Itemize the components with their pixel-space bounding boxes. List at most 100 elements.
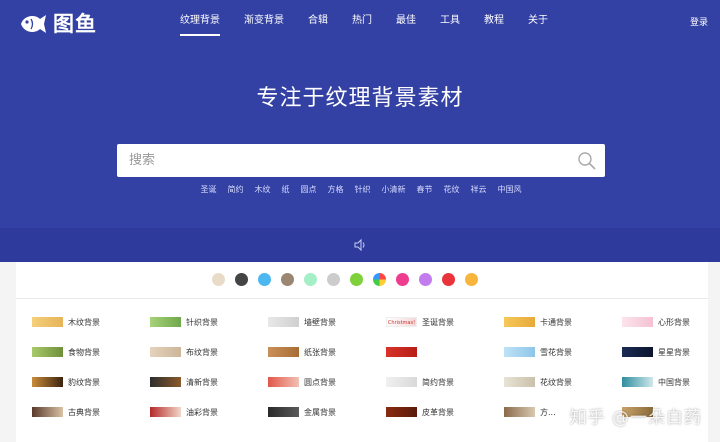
category-label: 心形背景	[658, 317, 690, 327]
category-label: 豹纹背景	[68, 377, 100, 387]
color-swatch[interactable]	[373, 273, 386, 286]
category-item[interactable]: 简约背景	[386, 372, 504, 392]
category-item[interactable]: 金属背景	[268, 402, 386, 422]
category-item[interactable]: 古典背景	[32, 402, 150, 422]
category-thumbnail	[150, 377, 181, 387]
category-label: 古典背景	[68, 407, 100, 417]
search-icon[interactable]	[577, 151, 597, 171]
category-item[interactable]: 中国背景	[622, 372, 720, 392]
hero-section: 图鱼 纹理背景 渐变背景 合辑 热门 最佳 工具 教程 关于 登录 专注于纹理背…	[0, 0, 720, 262]
category-item[interactable]: 雪花背景	[504, 342, 622, 362]
category-item[interactable]: 皮革背景	[386, 402, 504, 422]
category-thumbnail	[504, 377, 535, 387]
nav-item-about[interactable]: 关于	[518, 0, 558, 40]
category-item[interactable]: 豹纹背景	[32, 372, 150, 392]
category-thumbnail	[386, 377, 417, 387]
tag-link[interactable]: 针织	[355, 184, 371, 195]
logo[interactable]: 图鱼	[18, 10, 102, 38]
color-swatch[interactable]	[258, 273, 271, 286]
category-label: 墙壁背景	[304, 317, 336, 327]
brand-name: 图鱼	[53, 11, 97, 36]
category-thumbnail	[386, 407, 417, 417]
tag-link[interactable]: 花纹	[444, 184, 460, 195]
category-label: 清新背景	[186, 377, 218, 387]
category-label: 油彩背景	[186, 407, 218, 417]
category-thumbnail	[268, 377, 299, 387]
color-swatch[interactable]	[350, 273, 363, 286]
color-swatch[interactable]	[304, 273, 317, 286]
tag-link[interactable]: 中国风	[498, 184, 522, 195]
category-label: 简约背景	[422, 377, 454, 387]
category-label: 星星背景	[658, 347, 690, 357]
category-label: 木纹背景	[68, 317, 100, 327]
color-swatch[interactable]	[281, 273, 294, 286]
tag-link[interactable]: 方格	[328, 184, 344, 195]
nav-item-gradient-backgrounds[interactable]: 渐变背景	[234, 0, 294, 40]
color-swatch[interactable]	[212, 273, 225, 286]
category-thumbnail	[268, 407, 299, 417]
category-thumbnail	[32, 407, 63, 417]
category-item[interactable]: Christmas! 圣诞背景	[386, 312, 504, 332]
login-link[interactable]: 登录	[690, 15, 708, 28]
tag-link[interactable]: 祥云	[471, 184, 487, 195]
category-item[interactable]: 针织背景	[150, 312, 268, 332]
color-swatch[interactable]	[396, 273, 409, 286]
category-item[interactable]	[386, 342, 504, 362]
category-thumbnail: Christmas!	[386, 317, 417, 327]
category-label: 圣诞背景	[422, 317, 454, 327]
category-item[interactable]: 清新背景	[150, 372, 268, 392]
category-item[interactable]: 心形背景	[622, 312, 720, 332]
announcement-strip	[0, 228, 720, 262]
color-filter	[212, 273, 478, 286]
category-item[interactable]: 卡通背景	[504, 312, 622, 332]
color-swatch[interactable]	[465, 273, 478, 286]
nav-item-texture-backgrounds[interactable]: 纹理背景	[170, 0, 230, 40]
tag-link[interactable]: 春节	[417, 184, 433, 195]
category-item[interactable]: 木纹背景	[32, 312, 150, 332]
category-thumbnail	[268, 347, 299, 357]
color-swatch[interactable]	[419, 273, 432, 286]
category-label: 花纹背景	[540, 377, 572, 387]
category-label: 中国背景	[658, 377, 690, 387]
category-label: 方...	[540, 407, 556, 417]
category-thumbnail	[150, 407, 181, 417]
color-swatch[interactable]	[235, 273, 248, 286]
category-item[interactable]: 墙壁背景	[268, 312, 386, 332]
nav-item-popular[interactable]: 热门	[342, 0, 382, 40]
tag-link[interactable]: 纸	[282, 184, 290, 195]
category-thumbnail	[32, 317, 63, 327]
category-item[interactable]: 花纹背景	[504, 372, 622, 392]
main-menu: 纹理背景 渐变背景 合辑 热门 最佳 工具 教程 关于	[170, 0, 562, 40]
search-input[interactable]	[117, 144, 567, 177]
category-item[interactable]: 星星背景	[622, 342, 720, 362]
category-item[interactable]: 纸张背景	[268, 342, 386, 362]
nav-item-tutorials[interactable]: 教程	[474, 0, 514, 40]
category-thumbnail	[504, 407, 535, 417]
category-label: 金属背景	[304, 407, 336, 417]
category-thumbnail	[622, 317, 653, 327]
category-thumbnail	[504, 317, 535, 327]
category-item[interactable]: 布纹背景	[150, 342, 268, 362]
nav-item-collections[interactable]: 合辑	[298, 0, 338, 40]
nav-item-tools[interactable]: 工具	[430, 0, 470, 40]
tag-link[interactable]: 小清新	[382, 184, 406, 195]
tag-link[interactable]: 木纹	[255, 184, 271, 195]
color-swatch[interactable]	[442, 273, 455, 286]
category-thumbnail	[150, 347, 181, 357]
speaker-icon[interactable]	[353, 238, 367, 252]
nav-item-best[interactable]: 最佳	[386, 0, 426, 40]
popular-tags: 圣诞 简约 木纹 纸 圆点 方格 针织 小清新 春节 花纹 祥云 中国风	[117, 184, 605, 195]
category-thumbnail	[386, 347, 417, 357]
tag-link[interactable]: 圣诞	[201, 184, 217, 195]
tag-link[interactable]: 圆点	[301, 184, 317, 195]
category-item[interactable]: 圆点背景	[268, 372, 386, 392]
tag-link[interactable]: 简约	[228, 184, 244, 195]
page-headline: 专注于纹理背景素材	[256, 86, 464, 111]
category-item[interactable]: 油彩背景	[150, 402, 268, 422]
category-label: 卡通背景	[540, 317, 572, 327]
color-swatch[interactable]	[327, 273, 340, 286]
category-thumbnail	[622, 377, 653, 387]
fish-logo-icon	[21, 15, 46, 33]
category-item[interactable]: 食物背景	[32, 342, 150, 362]
watermark: 知乎 @一朵白药	[569, 408, 702, 428]
